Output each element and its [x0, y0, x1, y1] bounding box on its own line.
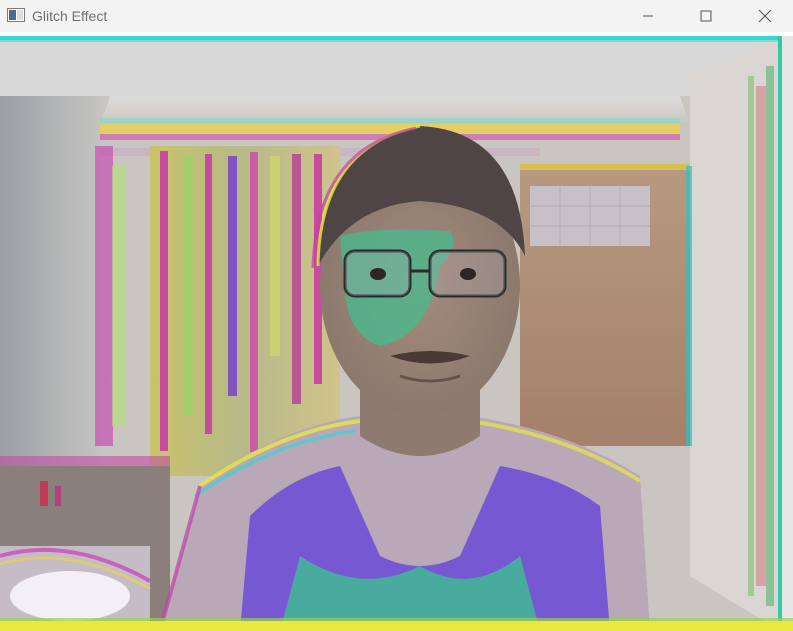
- window-app-icon: [7, 8, 25, 22]
- glitch-video-frame: [0, 36, 793, 631]
- title-bar[interactable]: Glitch Effect: [0, 0, 793, 32]
- glitch-effect-window: Glitch Effect: [0, 0, 793, 631]
- minimize-button[interactable]: [619, 0, 677, 32]
- minimize-icon: [643, 15, 653, 17]
- window-title: Glitch Effect: [32, 8, 108, 24]
- glitch-webcam-image: [0, 36, 793, 631]
- close-icon: [758, 9, 772, 23]
- maximize-icon: [700, 10, 712, 22]
- close-button[interactable]: [736, 0, 793, 32]
- maximize-button[interactable]: [677, 0, 735, 32]
